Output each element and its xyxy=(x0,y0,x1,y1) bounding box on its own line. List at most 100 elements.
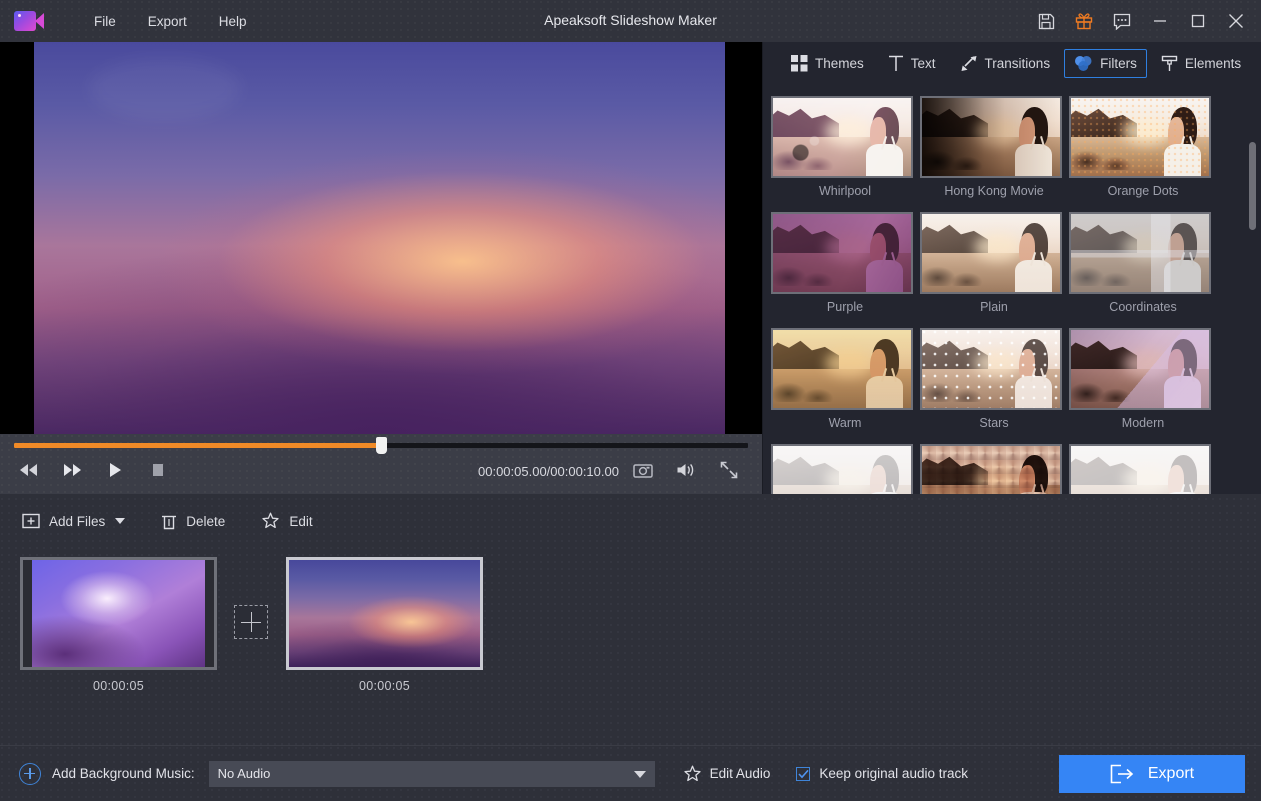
filter-item[interactable] xyxy=(1069,444,1217,494)
filter-item[interactable]: Whirlpool xyxy=(771,96,919,198)
storyboard: 00:00:05 00:00:05 xyxy=(0,545,1261,745)
seek-fill xyxy=(14,443,381,448)
app-window: File Export Help Apeaksoft Slideshow Mak… xyxy=(0,0,1261,801)
filter-item[interactable]: Hong Kong Movie xyxy=(920,96,1068,198)
clip-thumbnail-2[interactable] xyxy=(286,557,483,670)
filter-label: Coordinates xyxy=(1069,300,1217,314)
filter-item[interactable]: Purple xyxy=(771,212,919,314)
menu-item-export[interactable]: Export xyxy=(132,9,203,34)
chevron-down-icon xyxy=(634,771,646,778)
filter-thumbnail[interactable] xyxy=(1069,444,1211,494)
filter-thumbnail[interactable] xyxy=(920,328,1062,410)
edit-button[interactable]: Edit xyxy=(257,509,316,533)
filter-item[interactable]: Stars xyxy=(920,328,1068,430)
filter-item[interactable] xyxy=(920,444,1068,494)
audio-select-value: No Audio xyxy=(218,766,271,781)
menu-item-help[interactable]: Help xyxy=(203,9,263,34)
filter-thumbnail[interactable] xyxy=(771,212,913,294)
title-bar: File Export Help Apeaksoft Slideshow Mak… xyxy=(0,0,1261,42)
tab-elements[interactable]: Elements xyxy=(1151,49,1251,78)
seek-handle[interactable] xyxy=(376,437,387,454)
export-button[interactable]: Export xyxy=(1059,755,1245,793)
filter-label: Stars xyxy=(920,416,1068,430)
filter-thumbnail[interactable] xyxy=(771,328,913,410)
maximize-icon[interactable] xyxy=(1179,3,1217,39)
right-panel-tabs: Themes Text Transitions Filters xyxy=(763,42,1261,84)
filter-thumbnail[interactable] xyxy=(920,212,1062,294)
gift-icon[interactable] xyxy=(1065,3,1103,39)
rewind-button[interactable] xyxy=(16,458,42,482)
delete-button[interactable]: Delete xyxy=(157,510,229,533)
filters-grid: WhirlpoolHong Kong MovieOrange Dots Purpl… xyxy=(763,86,1261,494)
audio-select[interactable]: No Audio xyxy=(209,761,655,787)
add-music-label: Add Background Music: xyxy=(52,766,195,781)
checkbox-box[interactable] xyxy=(796,767,810,781)
preview-image xyxy=(34,42,725,434)
save-icon[interactable] xyxy=(1027,3,1065,39)
filter-label: Orange Dots xyxy=(1069,184,1217,198)
keep-original-audio-label: Keep original audio track xyxy=(819,766,968,781)
filters-scroll-area[interactable]: WhirlpoolHong Kong MovieOrange Dots Purpl… xyxy=(763,86,1261,494)
grid-icon xyxy=(791,55,808,72)
tab-filters[interactable]: Filters xyxy=(1064,49,1147,78)
magic-wand-icon xyxy=(683,765,702,783)
clip-toolbar: Add Files Delete Edit xyxy=(0,502,1261,540)
edit-audio-label: Edit Audio xyxy=(710,766,771,781)
preview-area xyxy=(0,42,762,434)
tab-themes[interactable]: Themes xyxy=(781,49,874,78)
snapshot-button[interactable] xyxy=(630,458,656,482)
menu-item-file[interactable]: File xyxy=(78,9,132,34)
tab-text[interactable]: Text xyxy=(878,49,946,78)
add-files-button[interactable]: Add Files xyxy=(18,510,129,532)
tab-label-filters: Filters xyxy=(1100,56,1137,71)
feedback-icon[interactable] xyxy=(1103,3,1141,39)
filter-label: Plain xyxy=(920,300,1068,314)
tab-transitions[interactable]: Transitions xyxy=(950,49,1061,78)
minimize-icon[interactable] xyxy=(1141,3,1179,39)
chevron-down-icon xyxy=(115,518,125,524)
filter-item[interactable]: Coordinates xyxy=(1069,212,1217,314)
keep-original-audio-checkbox[interactable]: Keep original audio track xyxy=(796,766,968,781)
filter-item[interactable] xyxy=(771,444,919,494)
edit-audio-button[interactable]: Edit Audio xyxy=(683,765,771,783)
stop-button[interactable] xyxy=(145,458,171,482)
filters-scrollbar[interactable] xyxy=(1249,98,1256,498)
time-display: 00:00:05.00/00:00:10.00 xyxy=(478,464,619,479)
filter-item[interactable]: Orange Dots xyxy=(1069,96,1217,198)
app-logo-icon xyxy=(14,11,44,31)
tab-label-themes: Themes xyxy=(815,56,864,71)
list-item[interactable]: 00:00:05 xyxy=(286,557,483,693)
filter-thumbnail[interactable] xyxy=(1069,96,1211,178)
fullscreen-button[interactable] xyxy=(716,458,742,482)
seek-bar[interactable] xyxy=(14,443,748,448)
filter-thumbnail[interactable] xyxy=(1069,328,1211,410)
clip-duration-1: 00:00:05 xyxy=(20,679,217,693)
window-controls xyxy=(1027,0,1255,42)
close-icon[interactable] xyxy=(1217,3,1255,39)
filter-item[interactable]: Warm xyxy=(771,328,919,430)
filter-item[interactable]: Modern xyxy=(1069,328,1217,430)
filter-thumbnail[interactable] xyxy=(920,96,1062,178)
filter-label: Whirlpool xyxy=(771,184,919,198)
play-button[interactable] xyxy=(102,458,128,482)
delete-label: Delete xyxy=(186,514,225,529)
tab-label-elements: Elements xyxy=(1185,56,1241,71)
filters-scrollbar-thumb[interactable] xyxy=(1249,142,1256,230)
add-background-music-button[interactable] xyxy=(19,763,41,785)
list-item[interactable]: 00:00:05 xyxy=(20,557,217,693)
clip-thumbnail-1[interactable] xyxy=(20,557,217,670)
player-bar: 00:00:05.00/00:00:10.00 xyxy=(0,434,762,494)
filter-thumbnail[interactable] xyxy=(771,96,913,178)
filter-thumbnail[interactable] xyxy=(920,444,1062,494)
add-transition-button[interactable] xyxy=(234,605,268,639)
right-panel: Themes Text Transitions Filters xyxy=(762,42,1261,494)
filter-thumbnail[interactable] xyxy=(771,444,913,494)
filter-thumbnail[interactable] xyxy=(1069,212,1211,294)
volume-button[interactable] xyxy=(673,458,699,482)
filter-item[interactable]: Plain xyxy=(920,212,1068,314)
edit-label: Edit xyxy=(289,514,312,529)
fast-forward-button[interactable] xyxy=(59,458,85,482)
add-file-icon xyxy=(22,513,40,529)
playback-controls xyxy=(16,458,171,482)
check-icon xyxy=(798,769,809,779)
